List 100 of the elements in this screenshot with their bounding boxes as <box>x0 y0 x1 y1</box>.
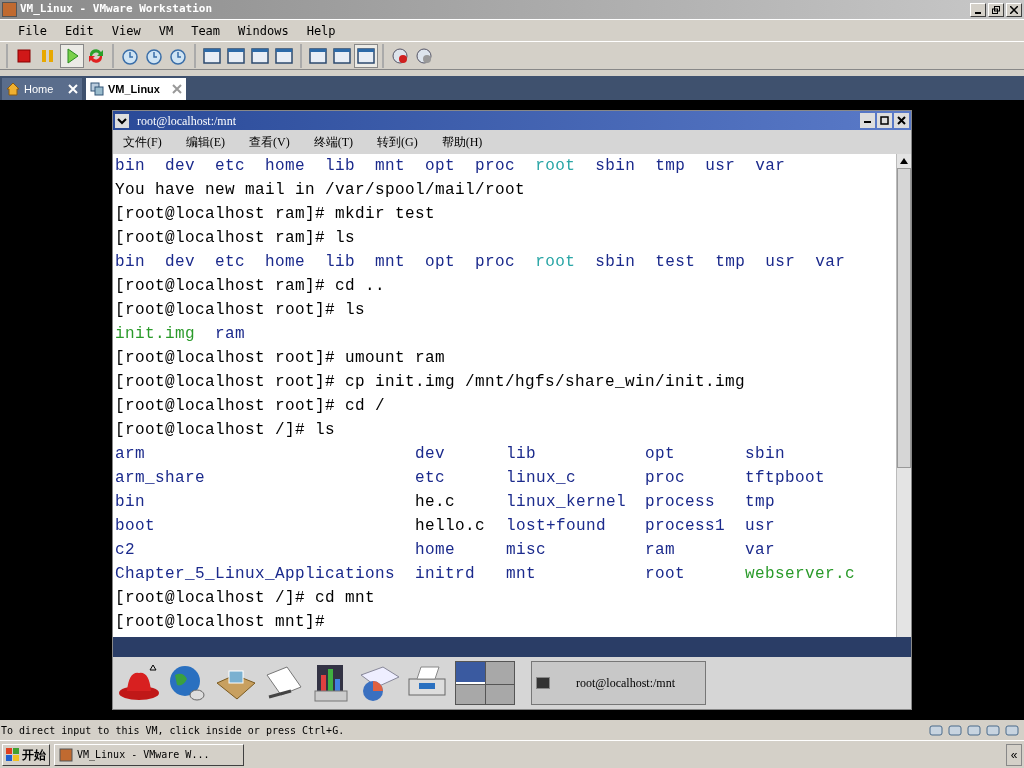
file-name: tmp <box>715 252 746 273</box>
file-name: dev <box>415 445 445 463</box>
vm-screen[interactable] <box>0 100 1024 717</box>
tab-label: VM_Linux <box>108 81 161 97</box>
terminal-line: [root@localhost /]# cd mnt <box>115 588 377 609</box>
workspace-switcher[interactable] <box>455 661 515 705</box>
file-name: var <box>755 156 786 177</box>
file-name: opt <box>425 156 456 177</box>
file-name: hello.c <box>415 517 485 535</box>
scroll-up-icon[interactable] <box>900 158 908 164</box>
status-text: To direct input to this VM, click inside or press Ctrl+G. <box>1 723 346 738</box>
file-name: mnt <box>375 252 406 273</box>
file-name: opt <box>645 445 675 463</box>
file-name: usr <box>745 517 775 535</box>
file-name: ram <box>645 541 675 559</box>
file-name: ram <box>215 324 246 345</box>
menu-item[interactable]: 文件(F) <box>123 133 162 151</box>
tab[interactable]: VM_Linux <box>86 78 186 100</box>
minimize-icon <box>975 11 981 14</box>
file-name: proc <box>475 252 516 273</box>
file-name: tftpboot <box>745 469 825 487</box>
menu-item[interactable]: 帮助(H) <box>441 133 483 151</box>
menu-item[interactable]: File <box>18 21 47 40</box>
menu-item[interactable]: Windows <box>238 21 289 40</box>
menu-item[interactable]: 编辑(E) <box>185 133 225 151</box>
file-name: usr <box>765 252 796 273</box>
file-name: tmp <box>745 493 775 511</box>
close-button[interactable] <box>1006 2 1022 17</box>
menu-item[interactable]: Team <box>191 21 221 40</box>
disc-icon <box>390 45 410 66</box>
terminal-line: [root@localhost mnt]# <box>115 612 327 633</box>
terminal-line: [root@localhost root]# ls <box>115 300 367 321</box>
menu-item[interactable]: VM <box>158 21 174 40</box>
chevron-down-icon[interactable] <box>115 113 129 128</box>
app-icon <box>59 747 73 762</box>
workspace[interactable] <box>456 662 485 684</box>
workspace[interactable] <box>485 684 514 704</box>
file-name: etc <box>215 156 246 177</box>
file-name: process <box>645 493 715 511</box>
minimize-button[interactable] <box>860 113 875 128</box>
file-name: proc <box>475 156 516 177</box>
close-icon <box>897 116 906 125</box>
maximize-icon <box>880 116 889 125</box>
file-name: var <box>745 541 775 559</box>
window-icon <box>202 45 222 66</box>
file-name: bin <box>115 252 145 273</box>
menu-item[interactable]: 终端(T) <box>313 133 353 151</box>
file-name: lib <box>325 156 356 177</box>
terminal-line: [root@localhost ram]# mkdir test <box>115 204 437 225</box>
disc-icon <box>414 45 434 66</box>
window-title: VM_Linux - VMware Workstation <box>20 1 214 18</box>
menu-item[interactable]: Edit <box>64 21 94 40</box>
file-name: bin <box>115 156 145 177</box>
file-name: var <box>815 252 846 273</box>
file-name: process1 <box>645 517 725 535</box>
terminal-line: You have new mail in /var/spool/mail/root <box>115 180 527 201</box>
workspace[interactable] <box>485 662 514 684</box>
close-button[interactable] <box>894 113 909 128</box>
file-name: sbin <box>745 445 785 463</box>
close-icon <box>1010 5 1018 14</box>
file-name: initrd <box>415 565 475 583</box>
file-name: lost+found <box>506 517 606 535</box>
maximize-button[interactable] <box>877 113 892 128</box>
close-icon[interactable] <box>172 84 182 94</box>
workspace[interactable] <box>456 684 485 704</box>
file-name: boot <box>115 517 155 535</box>
scroll-thumb[interactable] <box>897 168 911 468</box>
file-name: mnt <box>506 565 536 583</box>
terminal-line: [root@localhost root]# umount ram <box>115 348 447 369</box>
window-icon <box>308 45 328 66</box>
file-name: bin <box>115 493 145 511</box>
taskbar-button[interactable]: VM_Linux - VMware W... <box>54 743 244 766</box>
menu-item[interactable]: Help <box>306 21 336 40</box>
file-name: he.c <box>415 493 455 511</box>
terminal-line: [root@localhost /]# ls <box>115 420 337 441</box>
window-icon <box>274 45 294 66</box>
restore-button[interactable] <box>988 2 1004 17</box>
file-name: etc <box>415 469 445 487</box>
file-name: linux_c <box>506 469 576 487</box>
file-name: linux_kernel <box>506 493 627 511</box>
file-name: usr <box>705 156 736 177</box>
toolbar-button[interactable] <box>60 43 84 68</box>
file-name: lib <box>506 445 536 463</box>
file-name: dev <box>165 252 196 273</box>
taskbar-task[interactable]: root@localhost:/mnt <box>531 661 706 705</box>
app-icon <box>2 2 17 17</box>
menu-item[interactable]: 查看(V) <box>249 133 290 151</box>
file-name: misc <box>506 541 546 559</box>
scrollbar[interactable] <box>896 154 911 637</box>
guest-window-title: root@localhost:/mnt <box>137 112 238 130</box>
file-name: webserver.c <box>745 565 856 583</box>
file-name: opt <box>425 252 456 273</box>
toolbar-button[interactable] <box>354 43 378 68</box>
menu-item[interactable]: View <box>111 21 141 40</box>
minimize-button[interactable] <box>970 2 986 17</box>
file-name: lib <box>325 252 356 273</box>
start-button[interactable]: 开始 <box>2 743 50 766</box>
menu-item[interactable]: 转到(G) <box>377 133 418 151</box>
collapse-button[interactable]: « <box>1006 743 1022 766</box>
tab[interactable]: Home <box>2 78 82 100</box>
